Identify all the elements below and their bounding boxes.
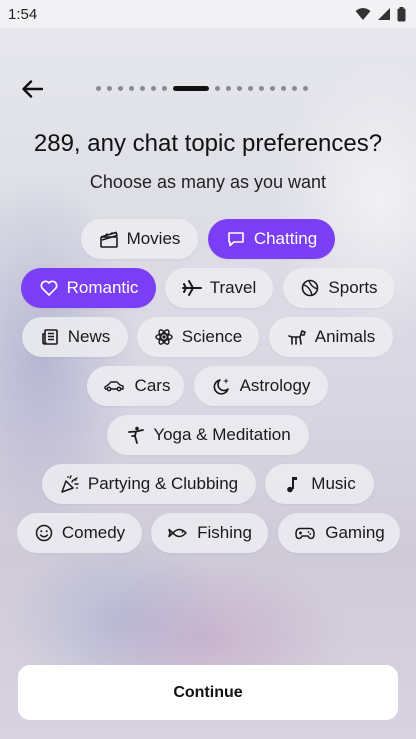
topic-chip-label: Animals [314, 327, 376, 346]
topic-chip-label: Comedy [61, 523, 126, 542]
party-popper-icon [61, 475, 79, 493]
dog-icon [287, 330, 306, 345]
topic-chip-label: Astrology [239, 376, 311, 395]
status-icons [355, 6, 406, 22]
topic-chip-romantic[interactable]: Romantic [21, 268, 156, 308]
status-time: 1:54 [8, 5, 38, 23]
progress-dot-active [173, 85, 209, 91]
yoga-icon [128, 426, 145, 444]
gamepad-icon [295, 527, 315, 540]
progress-dot [107, 85, 112, 91]
smiley-icon [35, 524, 53, 542]
signal-icon [378, 8, 390, 20]
chat-bubble-icon [228, 232, 244, 247]
topic-chip-label: Yoga & Meditation [153, 425, 291, 444]
progress-dot [226, 85, 231, 91]
topic-chip-travel[interactable]: Travel [165, 268, 273, 308]
progress-dot [270, 85, 275, 91]
topic-chip-cars[interactable]: Cars [87, 366, 184, 406]
ball-icon [302, 279, 319, 297]
progress-dot [281, 85, 286, 91]
status-bar: 1:54 [0, 0, 416, 28]
progress-indicator [96, 84, 308, 92]
music-note-icon [287, 477, 298, 493]
progress-dot [96, 85, 101, 91]
topic-chip-label: Music [311, 474, 356, 493]
topic-chip-partying-clubbing[interactable]: Partying & Clubbing [42, 464, 256, 504]
back-button[interactable] [18, 75, 46, 103]
topic-chip-sports[interactable]: Sports [283, 268, 395, 308]
topic-chip-label: Movies [126, 229, 181, 248]
topic-chip-label: Chatting [253, 229, 318, 248]
progress-dot [248, 85, 253, 91]
progress-dot [129, 85, 134, 91]
newspaper-icon [41, 329, 58, 345]
topic-chip-music[interactable]: Music [265, 464, 374, 504]
car-icon [103, 381, 124, 392]
progress-dot [237, 85, 242, 91]
progress-dot [162, 85, 167, 91]
topic-chip-science[interactable]: Science [137, 317, 259, 357]
progress-dot [151, 85, 156, 91]
topic-chip-movies[interactable]: Movies [81, 219, 198, 259]
page-title: 289, any chat topic preferences? [33, 130, 383, 157]
topic-chip-label: Partying & Clubbing [87, 474, 239, 493]
progress-dot [215, 85, 220, 91]
topic-chip-news[interactable]: News [22, 317, 128, 357]
topic-chip-label: Romantic [66, 278, 139, 297]
topic-chip-yoga-meditation[interactable]: Yoga & Meditation [107, 415, 309, 455]
page-subtitle: Choose as many as you want [89, 172, 327, 192]
topic-chip-label: News [67, 327, 111, 346]
atom-icon [155, 329, 173, 345]
arrow-left-icon [22, 80, 43, 98]
topic-chip-label: Science [181, 327, 243, 346]
topic-chip-fishing[interactable]: Fishing [151, 513, 268, 553]
continue-button[interactable]: Continue [18, 665, 398, 720]
progress-dot [259, 85, 264, 91]
topic-chip-astrology[interactable]: Astrology [194, 366, 328, 406]
wifi-icon [355, 8, 371, 20]
topic-chip-chatting[interactable]: Chatting [208, 219, 335, 259]
topic-chip-animals[interactable]: Animals [269, 317, 393, 357]
moon-star-icon [213, 378, 229, 395]
topic-chip-label: Gaming [325, 523, 385, 542]
battery-icon [397, 6, 406, 21]
progress-dot [118, 85, 123, 91]
topic-chip-label: Travel [209, 278, 257, 297]
heart-icon [40, 280, 58, 296]
progress-dot [292, 85, 297, 91]
topic-chip-comedy[interactable]: Comedy [17, 513, 142, 553]
topic-chip-label: Fishing [197, 523, 252, 542]
topic-chip-label: Cars [134, 376, 171, 395]
clapperboard-icon [99, 231, 118, 248]
progress-dot [303, 85, 308, 91]
topic-chip-gaming[interactable]: Gaming [278, 513, 400, 553]
progress-dot [140, 85, 145, 91]
fish-icon [168, 528, 187, 538]
airplane-icon [181, 280, 202, 296]
topic-chip-label: Sports [328, 278, 378, 297]
